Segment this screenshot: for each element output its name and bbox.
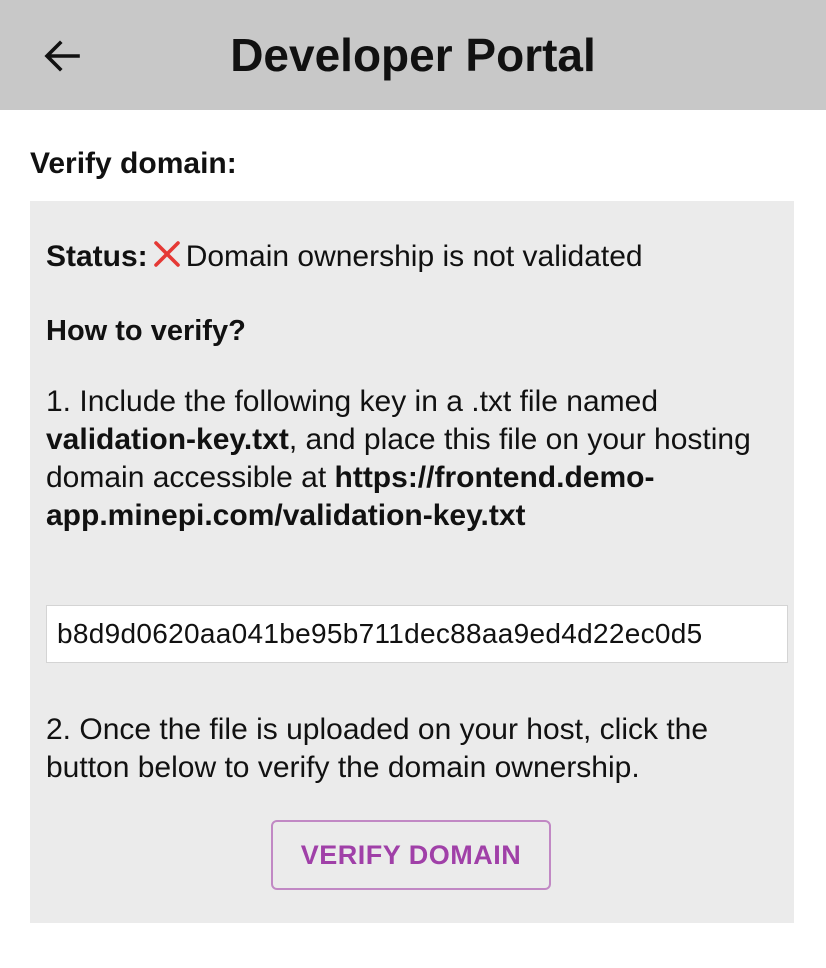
validation-filename: validation-key.txt xyxy=(46,423,289,456)
validation-key-field[interactable] xyxy=(46,605,788,663)
howto-heading: How to verify? xyxy=(46,315,246,347)
step-1-prefix: 1. Include the following key in a .txt f… xyxy=(46,385,659,418)
step-1-text: 1. Include the following key in a .txt f… xyxy=(46,383,781,535)
status-label: Status: xyxy=(46,240,148,273)
verify-domain-button[interactable]: VERIFY DOMAIN xyxy=(271,820,551,890)
status-text: Domain ownership is not validated xyxy=(185,240,643,273)
red-x-icon xyxy=(152,239,182,277)
page-title: Developer Portal xyxy=(230,29,596,81)
step-2-text: 2. Once the file is uploaded on your hos… xyxy=(46,713,709,784)
verify-panel: Status: Domain ownership is not validated… xyxy=(30,201,794,923)
section-label: Verify domain: xyxy=(30,147,237,180)
status-line: Status: Domain ownership is not validated xyxy=(46,239,643,277)
app-header: Developer Portal xyxy=(0,0,826,110)
